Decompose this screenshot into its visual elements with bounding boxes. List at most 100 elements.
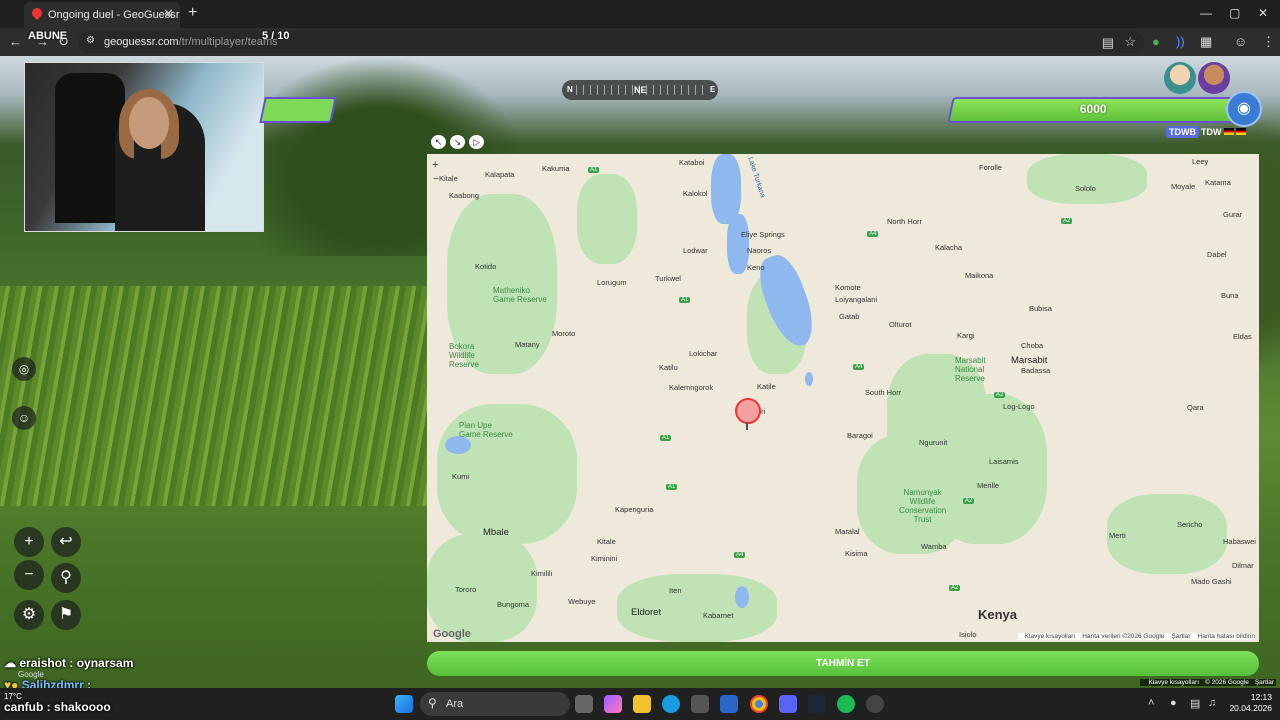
- place-label: Kimilili: [531, 569, 553, 578]
- profile-avatar[interactable]: ☺: [1234, 34, 1247, 49]
- undo-move-button[interactable]: ↩: [51, 527, 81, 557]
- obs-icon[interactable]: [866, 695, 884, 713]
- opponent-avatar-1: [1164, 62, 1196, 94]
- place-label: Dabel: [1207, 250, 1227, 259]
- copilot-icon[interactable]: [604, 695, 622, 713]
- zoom-in-button[interactable]: +: [14, 527, 44, 557]
- terms-link[interactable]: Şartlar: [1171, 633, 1190, 640]
- guess-map[interactable]: Lake Turkana Kataboi Kakuma Kalapata Kit…: [427, 154, 1259, 642]
- search-placeholder: Ara: [446, 698, 464, 710]
- zoom-out-button[interactable]: −: [14, 560, 44, 590]
- bookmark-star-icon[interactable]: ☆: [1124, 34, 1136, 50]
- place-label: Badassa: [1021, 366, 1051, 375]
- map-data-text: Harita verileri ©2026 Google: [1082, 633, 1165, 640]
- guess-button[interactable]: TAHMİN ET: [427, 651, 1259, 676]
- store-icon[interactable]: [691, 695, 709, 713]
- place-label: Buna: [1221, 291, 1239, 300]
- network-icon[interactable]: ▤: [1190, 697, 1200, 710]
- place-label: Log-Logo: [1003, 402, 1035, 411]
- compass: N NE E: [562, 80, 718, 100]
- place-label: Moroto: [552, 329, 576, 338]
- place-label: Forolle: [979, 163, 1002, 172]
- file-explorer-icon[interactable]: [633, 695, 651, 713]
- water-label: Lake Turkana: [746, 156, 767, 199]
- place-label: Mbale: [483, 527, 509, 538]
- place-label: Eldas: [1233, 332, 1252, 341]
- back-arrow-icon[interactable]: ←: [9, 34, 22, 49]
- browser-tab-bar: Ongoing duel - GeoGuessr ✕ + — ▢ ✕: [0, 0, 1280, 28]
- steam-icon[interactable]: [808, 695, 826, 713]
- edge-icon[interactable]: [662, 695, 680, 713]
- guess-marker[interactable]: [735, 398, 761, 430]
- audio-extension-icon[interactable]: )): [1176, 34, 1185, 49]
- taskbar-search[interactable]: ⚲ Ara: [420, 692, 570, 716]
- place-label: Leey: [1192, 157, 1209, 166]
- place-label: Katilu: [659, 363, 678, 372]
- windows-start-icon[interactable]: [395, 695, 413, 713]
- road-shield: A2: [949, 585, 961, 591]
- minimize-button[interactable]: —: [1200, 6, 1212, 20]
- tab-close-icon[interactable]: ✕: [163, 6, 174, 22]
- map-attribution: Klavye kısayolları Harita verileri ©2026 …: [1017, 633, 1255, 640]
- place-label: Keno: [747, 263, 765, 272]
- close-window-button[interactable]: ✕: [1258, 6, 1268, 20]
- tab-geoguessr[interactable]: Ongoing duel - GeoGuessr ✕: [24, 2, 180, 28]
- place-label: Maikona: [965, 271, 994, 280]
- extensions-puzzle-icon[interactable]: ▦: [1200, 34, 1212, 50]
- microphone-icon[interactable]: ●: [1170, 697, 1177, 709]
- maximize-button[interactable]: ▢: [1229, 6, 1240, 20]
- site-info-icon[interactable]: ⚙: [86, 35, 95, 46]
- terms-link[interactable]: Şartlar: [1255, 679, 1274, 686]
- map-pin-size-icon[interactable]: ↖: [431, 135, 446, 149]
- road-shield: A1: [588, 167, 600, 173]
- map-park-area: [577, 174, 637, 264]
- spotify-icon[interactable]: [837, 695, 855, 713]
- park-label: Namunyak Wildlife Conservation Trust: [899, 488, 947, 524]
- compass-east: E: [710, 85, 716, 94]
- map-park-area: [427, 534, 537, 642]
- tray-chevron-icon[interactable]: ˄: [1148, 697, 1154, 709]
- place-label: Kabarnet: [703, 611, 734, 620]
- address-bar[interactable]: ⚙ geoguessr.com/tr/multiplayer/teams ▤ ☆: [78, 31, 1144, 53]
- map-enlarge-icon[interactable]: ↘: [450, 135, 465, 149]
- discord-icon[interactable]: [779, 695, 797, 713]
- park-label: Marsabit National Reserve: [955, 356, 986, 383]
- volume-icon[interactable]: ♫: [1208, 697, 1216, 709]
- road-shield: A4: [734, 552, 746, 558]
- task-view-icon[interactable]: [575, 695, 593, 713]
- place-label: Turkwel: [655, 274, 681, 283]
- place-label: Kaabong: [449, 191, 480, 200]
- place-label: Marsabit: [1011, 355, 1048, 366]
- menu-kebab-icon[interactable]: ⋮: [1262, 34, 1275, 50]
- mail-icon[interactable]: [720, 695, 738, 713]
- google-logo: Google: [433, 628, 471, 640]
- own-team-health-bar: [259, 97, 337, 123]
- compass-northeast: NE: [634, 85, 647, 95]
- place-label: Bubisa: [1029, 304, 1052, 313]
- clock-date: 20.04.2026: [1229, 703, 1272, 713]
- germany-flag-icon: [1235, 128, 1246, 135]
- streetview-attribution: Klavye kısayolları © 2026 Google Şartlar: [1140, 679, 1276, 686]
- extension-shield-icon[interactable]: ●: [1152, 34, 1160, 49]
- flag-button[interactable]: ⚑: [51, 600, 81, 630]
- report-error-link[interactable]: Harita hatası bildirin: [1198, 633, 1255, 640]
- map-zoom-out-button[interactable]: −: [433, 174, 439, 185]
- browser-toolbar: ← → ↻ ⚙ geoguessr.com/tr/multiplayer/tea…: [0, 28, 1280, 56]
- install-app-icon[interactable]: ▤: [1102, 35, 1114, 51]
- map-stick-icon[interactable]: ▷: [469, 135, 484, 149]
- return-to-start-button[interactable]: ⚲: [51, 563, 81, 593]
- map-zoom-in-button[interactable]: +: [432, 159, 438, 171]
- system-clock[interactable]: 12:13 20.04.2026: [1229, 692, 1272, 714]
- emote-icon[interactable]: ☺: [12, 406, 36, 430]
- park-label: Matheniko Game Reserve: [493, 286, 547, 304]
- keyboard-shortcuts-link[interactable]: Klavye kısayolları: [1025, 633, 1076, 640]
- new-tab-button[interactable]: +: [188, 4, 197, 22]
- camera-follow-icon[interactable]: ◎: [12, 357, 36, 381]
- opponent-avatars: [1162, 62, 1230, 99]
- search-icon: ⚲: [428, 696, 437, 710]
- keyboard-shortcuts-link[interactable]: Klavye kısayolları: [1148, 679, 1199, 686]
- settings-gear-icon[interactable]: ⚙: [14, 600, 44, 630]
- opponent-health-bar: 6000: [947, 97, 1239, 123]
- place-label: Komote: [835, 283, 861, 292]
- chrome-icon[interactable]: [750, 695, 768, 713]
